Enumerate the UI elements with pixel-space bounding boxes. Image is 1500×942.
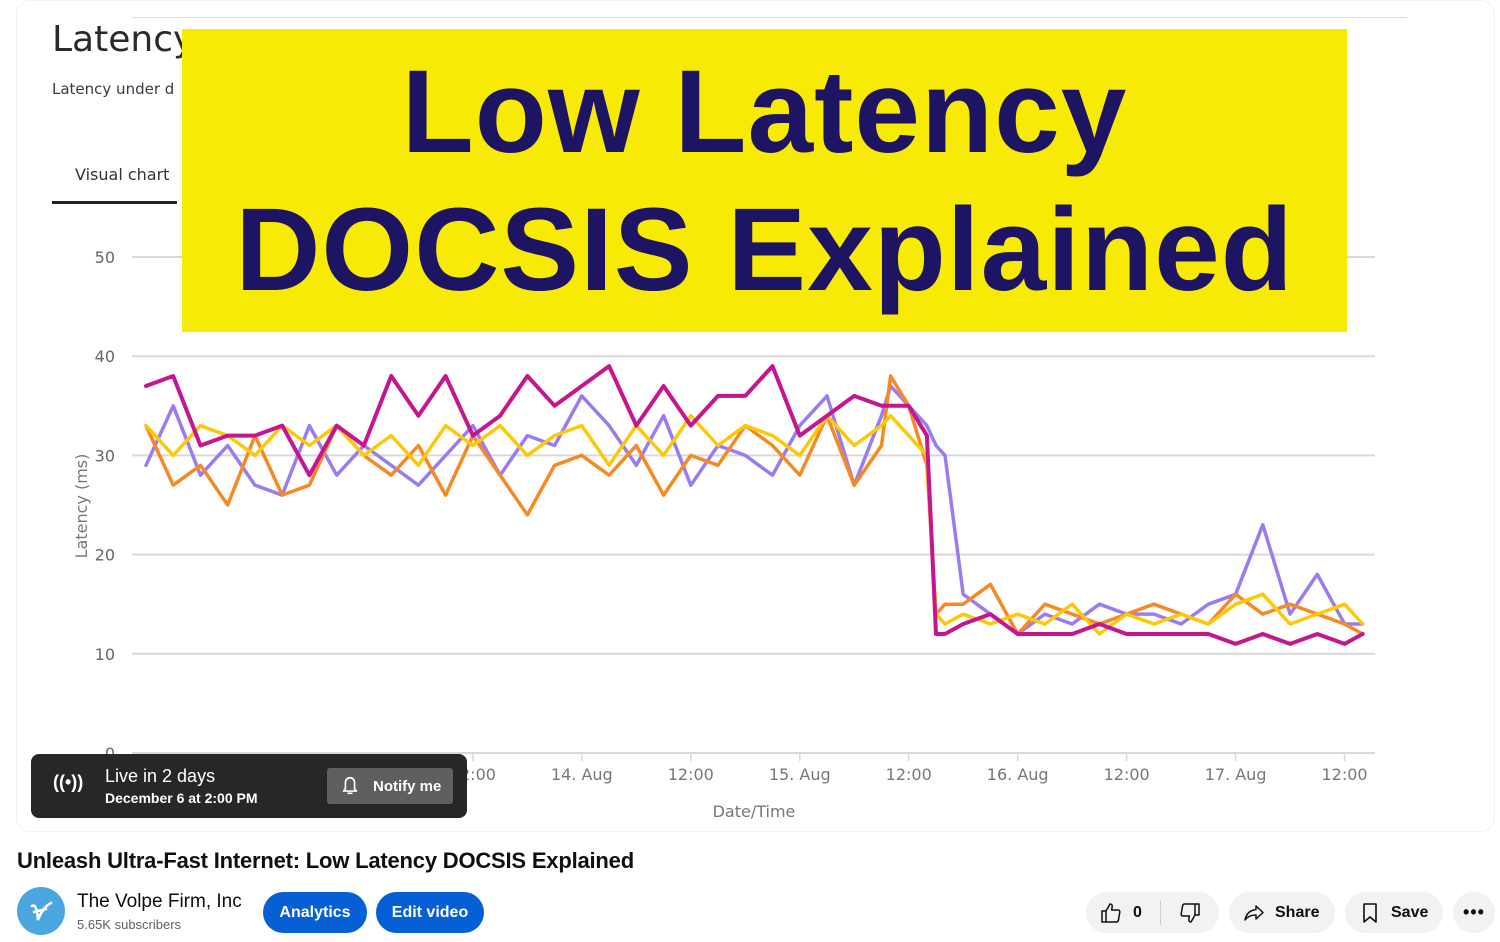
series-line-1: [144, 384, 1365, 636]
live-broadcast-icon: ((•)): [53, 772, 84, 792]
bookmark-icon: [1363, 902, 1377, 923]
bell-icon: [342, 776, 358, 795]
more-actions-button[interactable]: •••: [1453, 892, 1495, 933]
video-title: Unleash Ultra-Fast Internet: Low Latency…: [17, 848, 634, 873]
share-arrow-icon: [1244, 904, 1264, 921]
channel-name[interactable]: The Volpe Firm, Inc: [77, 891, 242, 913]
like-dislike-group: 0: [1086, 892, 1219, 933]
x-tick-label: 12:00: [1322, 765, 1368, 784]
more-horizontal-icon: •••: [1463, 902, 1485, 922]
thumbs-down-icon: [1180, 902, 1200, 923]
live-status: Live in 2 days: [105, 766, 216, 786]
x-tick-label: 14. Aug: [551, 765, 613, 784]
thumbs-up-icon: [1101, 902, 1121, 923]
y-axis-label: Latency (ms): [72, 454, 91, 559]
like-count: 0: [1133, 903, 1142, 921]
y-tick-label: 30: [95, 446, 115, 465]
y-tick-label: 50: [95, 248, 115, 267]
video-player[interactable]: Latency Latency under d Visual chart 010…: [16, 0, 1495, 832]
dislike-button[interactable]: [1161, 892, 1219, 933]
save-button[interactable]: Save: [1345, 892, 1443, 933]
notify-me-label: Notify me: [373, 777, 442, 795]
channel-avatar[interactable]: [17, 887, 65, 935]
y-tick-label: 10: [95, 645, 115, 664]
x-tick-label: 12:00: [886, 765, 932, 784]
x-tick-label: 12:00: [1104, 765, 1150, 784]
thumbnail-banner: Low Latency DOCSIS Explained: [182, 29, 1347, 332]
live-date: December 6 at 2:00 PM: [105, 790, 258, 806]
y-tick-label: 40: [95, 347, 115, 366]
share-button[interactable]: Share: [1229, 892, 1335, 933]
series-line-3: [144, 413, 1365, 636]
x-tick-label: 16. Aug: [987, 765, 1049, 784]
save-label: Save: [1391, 903, 1429, 921]
share-label: Share: [1275, 903, 1320, 921]
series-line-4: [144, 364, 1365, 646]
volpe-logo-icon: [30, 901, 53, 921]
banner-line-2: DOCSIS Explained: [235, 183, 1294, 316]
live-premiere-overlay: ((•)) Live in 2 days December 6 at 2:00 …: [31, 754, 467, 818]
analytics-button[interactable]: Analytics: [263, 892, 367, 933]
subscriber-count: 5.65K subscribers: [77, 917, 182, 932]
notify-me-button[interactable]: Notify me: [327, 768, 453, 804]
series-line-2: [144, 374, 1365, 636]
x-tick-label: 15. Aug: [769, 765, 831, 784]
x-axis-label: Date/Time: [713, 802, 796, 821]
banner-line-1: Low Latency: [401, 45, 1128, 178]
like-button[interactable]: 0: [1086, 892, 1160, 933]
x-tick-label: 17. Aug: [1205, 765, 1267, 784]
x-tick-label: 12:00: [668, 765, 714, 784]
y-tick-label: 20: [95, 546, 115, 565]
edit-video-button[interactable]: Edit video: [376, 892, 484, 933]
